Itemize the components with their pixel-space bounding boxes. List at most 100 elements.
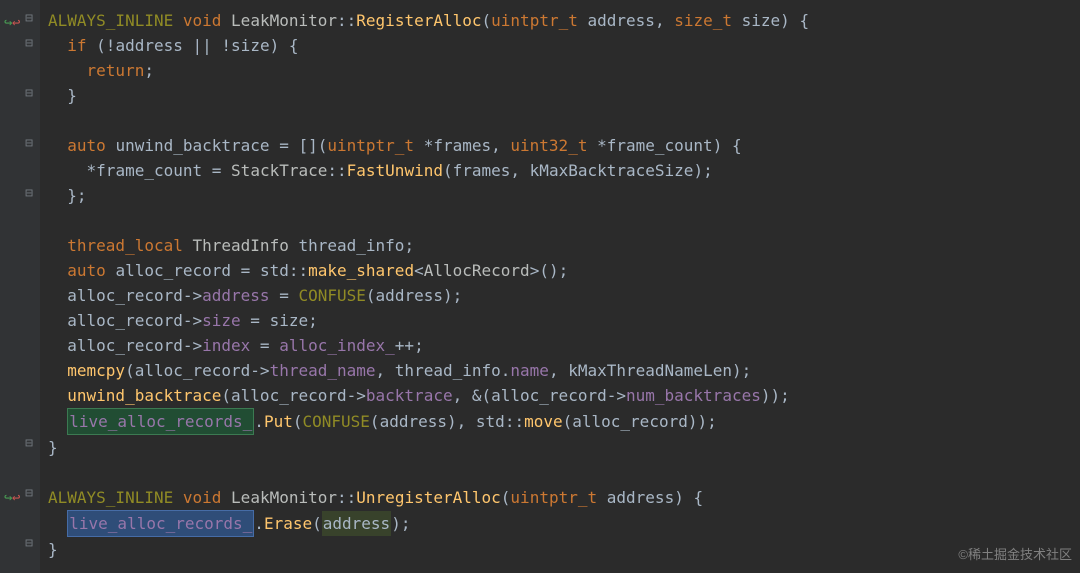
param-token: address — [588, 8, 655, 33]
field-token: index — [202, 333, 250, 358]
fold-toggle-icon[interactable]: ⊟ — [22, 486, 36, 500]
fold-toggle-icon[interactable]: ⊟ — [22, 136, 36, 150]
function-token: RegisterAlloc — [356, 8, 481, 33]
code-line[interactable] — [48, 108, 1080, 133]
identifier: alloc_record — [67, 308, 183, 333]
field-token: name — [510, 358, 549, 383]
identifier: size — [270, 308, 309, 333]
code-line[interactable]: ALWAYS_INLINE void LeakMonitor::Register… — [48, 8, 1080, 33]
type-token: uintptr_t — [510, 485, 597, 510]
function-token: memcpy — [67, 358, 125, 383]
identifier: address — [376, 283, 443, 308]
code-line[interactable] — [48, 208, 1080, 233]
code-line[interactable]: live_alloc_records_.Erase(address); — [48, 510, 1080, 537]
code-line[interactable] — [48, 460, 1080, 485]
macro-token: ALWAYS_INLINE — [48, 485, 173, 510]
field-token: thread_name — [270, 358, 376, 383]
class-token: LeakMonitor — [231, 485, 337, 510]
identifier: alloc_record — [491, 383, 607, 408]
keyword-token: return — [87, 58, 145, 83]
code-line[interactable]: thread_local ThreadInfo thread_info; — [48, 233, 1080, 258]
keyword-token: void — [183, 8, 222, 33]
keyword-token: thread_local — [67, 233, 183, 258]
macro-token: CONFUSE — [302, 409, 369, 434]
identifier: kMaxBacktraceSize — [530, 158, 694, 183]
param-token: size — [742, 8, 781, 33]
type-token: uint32_t — [510, 133, 587, 158]
fold-end-icon[interactable]: ⊟ — [22, 186, 36, 200]
code-line[interactable]: } — [48, 537, 1080, 562]
identifier: alloc_record — [115, 258, 231, 283]
keyword-token: if — [67, 33, 86, 58]
code-editor[interactable]: ↪ ↩ ⊟ ⊟ ⊟ ⊟ ⊟ ⊟ ↪ ↩ ⊟ ⊟ ALWAYS_INLINE vo… — [0, 0, 1080, 573]
identifier: frames — [453, 158, 511, 183]
keyword-token: auto — [67, 133, 106, 158]
code-line[interactable]: auto alloc_record = std::make_shared<All… — [48, 258, 1080, 283]
type-token: uintptr_t — [327, 133, 414, 158]
code-line[interactable]: memcpy(alloc_record->thread_name, thread… — [48, 358, 1080, 383]
keyword-token: auto — [67, 258, 106, 283]
code-line[interactable]: } — [48, 83, 1080, 108]
identifier: address — [115, 33, 182, 58]
code-line[interactable]: alloc_record->size = size; — [48, 308, 1080, 333]
fold-end-icon[interactable]: ⊟ — [22, 86, 36, 100]
code-line[interactable]: unwind_backtrace(alloc_record->backtrace… — [48, 383, 1080, 408]
class-token: AllocRecord — [424, 258, 530, 283]
fold-end-icon[interactable]: ⊟ — [22, 536, 36, 550]
highlighted-identifier: live_alloc_records_ — [67, 408, 254, 435]
function-token: FastUnwind — [347, 158, 443, 183]
identifier: size — [231, 33, 270, 58]
class-token: LeakMonitor — [231, 8, 337, 33]
identifier: thread_info — [395, 358, 501, 383]
fold-end-icon[interactable]: ⊟ — [22, 436, 36, 450]
fold-toggle-icon[interactable]: ⊟ — [22, 11, 36, 25]
code-line[interactable]: auto unwind_backtrace = [](uintptr_t *fr… — [48, 133, 1080, 158]
highlighted-param: address — [322, 511, 391, 536]
gutter: ↪ ↩ ⊟ ⊟ ⊟ ⊟ ⊟ ⊟ ↪ ↩ ⊟ ⊟ — [0, 0, 40, 573]
code-line[interactable]: alloc_record->index = alloc_index_++; — [48, 333, 1080, 358]
code-line[interactable]: return; — [48, 58, 1080, 83]
type-token: size_t — [674, 8, 732, 33]
watermark-text: ©稀土掘金技术社区 — [958, 542, 1072, 567]
param-token: frame_count — [607, 133, 713, 158]
function-token: move — [524, 409, 563, 434]
identifier: address — [380, 409, 447, 434]
class-token: ThreadInfo — [193, 233, 289, 258]
identifier: alloc_record — [135, 358, 251, 383]
function-token: UnregisterAlloc — [356, 485, 501, 510]
field-token: backtrace — [366, 383, 453, 408]
namespace-token: std — [260, 258, 289, 283]
code-area[interactable]: ALWAYS_INLINE void LeakMonitor::Register… — [40, 0, 1080, 562]
fold-toggle-icon[interactable]: ⊟ — [22, 36, 36, 50]
identifier: alloc_record — [231, 383, 347, 408]
function-token: Erase — [264, 511, 312, 536]
field-token: size — [202, 308, 241, 333]
code-line[interactable]: *frame_count = StackTrace::FastUnwind(fr… — [48, 158, 1080, 183]
code-line[interactable]: live_alloc_records_.Put(CONFUSE(address)… — [48, 408, 1080, 435]
identifier: thread_info — [298, 233, 404, 258]
identifier: unwind_backtrace — [115, 133, 269, 158]
code-line[interactable]: if (!address || !size) { — [48, 33, 1080, 58]
highlighted-identifier: live_alloc_records_ — [67, 510, 254, 537]
function-token: Put — [264, 409, 293, 434]
identifier: alloc_record — [572, 409, 688, 434]
field-token: num_backtraces — [626, 383, 761, 408]
function-token: make_shared — [308, 258, 414, 283]
field-token: alloc_index_ — [279, 333, 395, 358]
field-token: address — [202, 283, 269, 308]
function-token: unwind_backtrace — [67, 383, 221, 408]
param-token: frames — [433, 133, 491, 158]
code-line[interactable]: alloc_record->address = CONFUSE(address)… — [48, 283, 1080, 308]
code-line[interactable]: }; — [48, 183, 1080, 208]
macro-token: CONFUSE — [298, 283, 365, 308]
namespace-token: std — [476, 409, 505, 434]
identifier: kMaxThreadNameLen — [568, 358, 732, 383]
identifier: alloc_record — [67, 333, 183, 358]
code-line[interactable]: } — [48, 435, 1080, 460]
type-token: uintptr_t — [491, 8, 578, 33]
keyword-token: void — [183, 485, 222, 510]
param-token: address — [607, 485, 674, 510]
code-line[interactable]: ALWAYS_INLINE void LeakMonitor::Unregist… — [48, 485, 1080, 510]
identifier: frame_count — [96, 158, 202, 183]
class-token: StackTrace — [231, 158, 327, 183]
